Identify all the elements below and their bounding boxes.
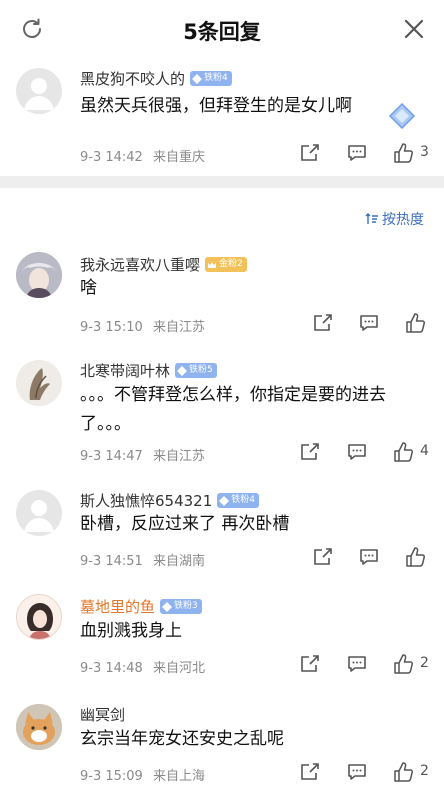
thumbs-up-icon[interactable] [392,441,414,463]
crown-icon [208,261,217,268]
default-avatar-icon [24,500,54,532]
page-title: 5条回复 [183,20,261,44]
comment-date: 9-3 15:10 [80,320,143,335]
comment-location: 来自重庆 [152,150,205,165]
comment-meta: 9-3 14:51 来自湖南 [80,550,205,569]
fan-badge: 金粉2 [205,257,247,272]
comment-icon[interactable] [346,441,368,463]
reply-item: 墓地里的鱼 铁粉3 血别溅我身上 9-3 14:48 来自河北 2 [0,590,444,690]
comment-location: 来自江苏 [152,449,205,464]
comment-text: 卧槽，反应过来了 再次卧槽 [80,514,290,534]
comment-date: 9-3 14:42 [80,150,143,165]
thumbs-up-icon[interactable] [392,653,414,675]
fan-badge: 铁粉5 [175,363,217,378]
comment-icon[interactable] [346,761,368,783]
default-avatar-icon [24,78,54,110]
comment-icon[interactable] [358,312,380,334]
sort-toggle[interactable]: 按热度 [365,209,424,229]
like-count: 4 [420,443,429,459]
comment-text: 血别溅我身上 [80,621,182,641]
comment-icon[interactable] [346,653,368,675]
thumbs-up-icon[interactable] [392,142,414,164]
avatar[interactable] [16,704,62,750]
username-text: 我永远喜欢八重嘤 [80,256,201,274]
avatar[interactable] [16,360,62,406]
thumbs-up-icon[interactable] [392,761,414,783]
avatar-image [16,704,62,750]
fan-badge: 铁粉4 [217,493,259,508]
username[interactable]: 我永远喜欢八重嘤 金粉2 [80,254,247,275]
reply-item: 斯人独憔悴654321 铁粉4 卧槽，反应过来了 再次卧槽 9-3 14:51 … [0,484,444,584]
share-icon[interactable] [312,312,334,334]
fan-badge: 铁粉3 [160,599,202,614]
comment-icon[interactable] [358,546,380,568]
root-comment: 黑皮狗不咬人的 铁粉4 虽然天兵很强，但拜登生的是女儿啊 9-3 14:42 来… [0,60,444,176]
avatar[interactable] [16,68,62,114]
username-text: 北寒带阔叶林 [80,362,171,380]
username-text: 幽冥剑 [80,706,126,724]
username[interactable]: 幽冥剑 [80,704,125,725]
like-count: 2 [420,655,429,671]
username[interactable]: 黑皮狗不咬人的 铁粉4 [80,68,232,89]
close-icon[interactable] [402,17,426,41]
comment-text: 虽然天兵很强，但拜登生的是女儿啊 [80,96,352,116]
share-icon[interactable] [299,761,321,783]
comment-location: 来自上海 [152,769,205,784]
username-text: 黑皮狗不咬人的 [80,70,186,88]
comment-location: 来自湖南 [152,554,205,569]
diamond-icon [219,495,230,506]
like-count: 2 [420,763,429,779]
reply-item: 北寒带阔叶林 铁粉5 。。。不管拜登怎么样，你指定是要的进去了。。。 9-3 1… [0,352,444,476]
comment-date: 9-3 14:48 [80,661,143,676]
section-divider [0,176,444,188]
username[interactable]: 斯人独憔悴654321 铁粉4 [80,490,259,511]
diamond-icon [192,73,203,84]
share-icon[interactable] [299,441,321,463]
comment-meta: 9-3 14:47 来自江苏 [80,445,205,464]
share-icon[interactable] [299,142,321,164]
sort-icon [365,213,378,224]
like-count: 3 [420,144,429,160]
comment-meta: 9-3 15:10 来自江苏 [80,316,205,335]
comment-location: 来自江苏 [152,320,205,335]
comment-text: 啥 [80,278,97,298]
comment-date: 9-3 15:09 [80,769,143,784]
reply-item: 幽冥剑 玄宗当年宠女还安史之乱呢 9-3 15:09 来自上海 2 [0,698,444,800]
share-icon[interactable] [312,546,334,568]
reply-item: 我永远喜欢八重嘤 金粉2 啥 9-3 15:10 来自江苏 [0,242,444,342]
comment-meta: 9-3 14:42 来自重庆 [80,146,205,165]
comment-location: 来自河北 [152,661,205,676]
comment-meta: 9-3 14:48 来自河北 [80,657,205,676]
comment-date: 9-3 14:51 [80,554,143,569]
avatar-image [17,595,61,639]
thumbs-up-icon[interactable] [404,546,426,568]
avatar-image [16,360,62,406]
avatar-image [16,252,62,298]
diamond-icon [177,365,188,376]
username-text: 斯人独憔悴654321 [80,492,213,510]
username[interactable]: 北寒带阔叶林 铁粉5 [80,360,217,381]
share-icon[interactable] [299,653,321,675]
diamond-sticker-icon [388,102,416,130]
sort-label: 按热度 [382,212,424,228]
comment-meta: 9-3 15:09 来自上海 [80,765,205,784]
username[interactable]: 墓地里的鱼 铁粉3 [80,596,202,617]
avatar[interactable] [16,594,62,640]
reply-header: 5条回复 [0,0,444,58]
comment-icon[interactable] [346,142,368,164]
fan-badge: 铁粉4 [190,71,232,86]
thumbs-up-icon[interactable] [404,312,426,334]
comment-text: 。。。不管拜登怎么样，你指定是要的进去了。。。 [80,385,386,434]
comment-text: 玄宗当年宠女还安史之乱呢 [80,729,284,749]
avatar[interactable] [16,252,62,298]
avatar[interactable] [16,490,62,536]
username-text: 墓地里的鱼 [80,598,156,616]
comment-date: 9-3 14:47 [80,449,143,464]
diamond-icon [162,601,173,612]
